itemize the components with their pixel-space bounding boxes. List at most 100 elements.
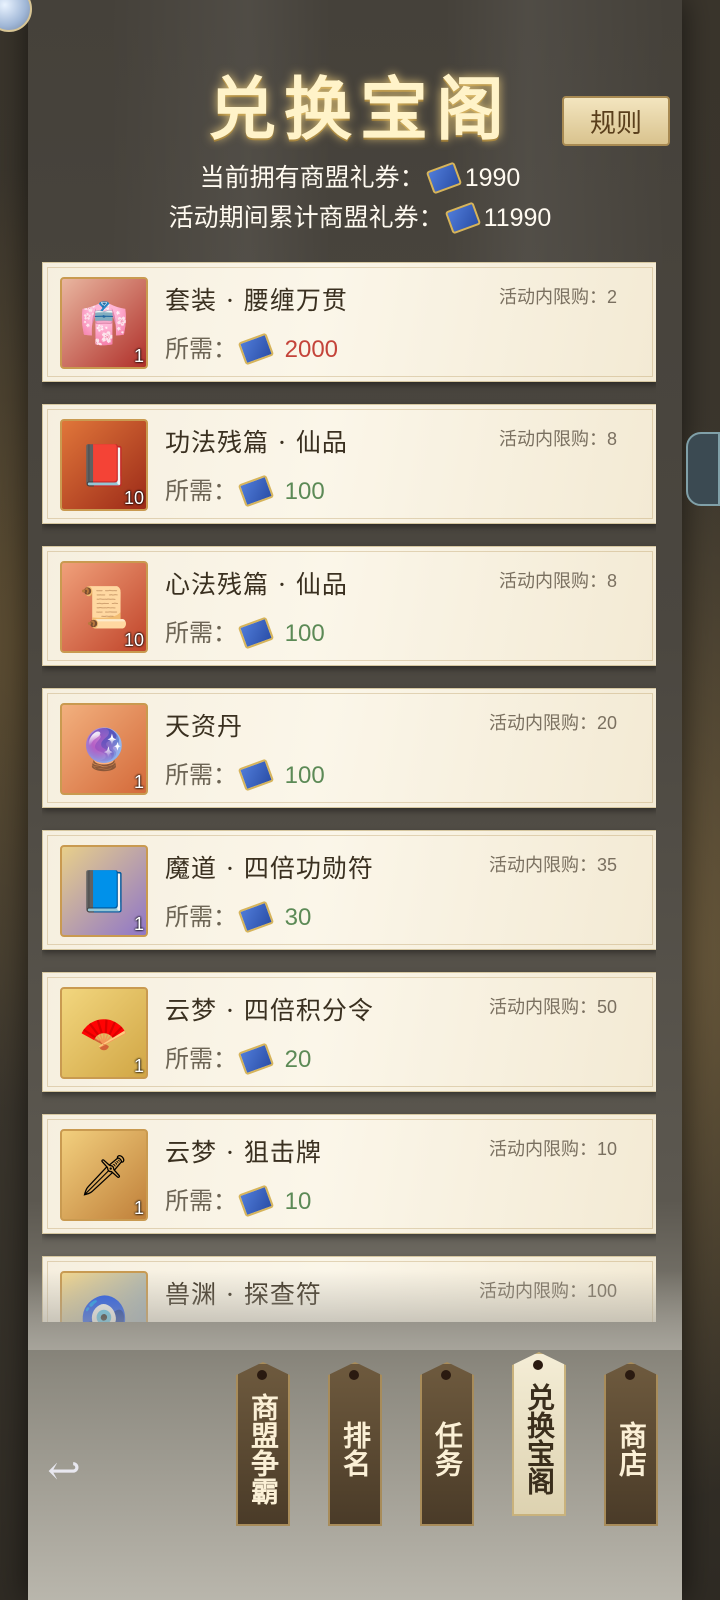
item-count: 1 [133,772,144,792]
tag-hole [441,1370,451,1380]
price-value: 2000 [284,336,339,363]
price-value: 100 [284,478,325,505]
coupon-icon [237,332,275,365]
owned-coupons-value: 1990 [464,164,521,192]
item-name: 套装 · 腰缠万贯 [165,286,348,315]
item-count: 10 [123,630,144,650]
talisman-icon[interactable]: 📘 1 [60,845,148,937]
accumulated-coupons-value: 11990 [483,204,552,232]
tag-hole [349,1370,359,1380]
item-name: 云梦 · 狙击牌 [165,1138,322,1167]
limit-label: 活动内限购： [488,855,597,876]
nav-tab-2[interactable]: 任务 [420,1362,474,1526]
item-name: 魔道 · 四倍功勋符 [165,854,374,883]
item-price: 所需： 100 [165,471,325,507]
coupon-icon [237,758,275,791]
coupon-icon [237,474,275,507]
exchange-item-card[interactable]: 📜 10 心法残篇 · 仙品 活动内限购：8 所需： 100 [42,546,656,666]
nav-tab-label: 商盟争霸 [247,1393,280,1505]
tag-hole [257,1370,267,1380]
outfit-icon[interactable]: 👘 1 [60,277,148,369]
exchange-item-card[interactable]: 🔮 1 天资丹 活动内限购：20 所需： 100 [42,688,656,808]
limit-label: 活动内限购： [498,429,607,450]
tag-hole [625,1370,635,1380]
price-label: 所需： [165,477,237,505]
item-price: 所需： 10 [165,1181,311,1217]
owned-coupons-label: 当前拥有商盟礼券： [199,163,425,192]
exchange-item-card[interactable]: 📘 1 魔道 · 四倍功勋符 活动内限购：35 所需： 30 [42,830,656,950]
item-price: 所需： 100 [165,755,325,791]
price-value: 30 [284,904,312,931]
price-value: 100 [284,762,325,789]
price-label: 所需： [165,903,237,931]
price-label: 所需： [165,1187,237,1215]
purchase-limit: 活动内限购：10 [489,1135,617,1161]
purchase-limit: 活动内限购：50 [489,993,617,1019]
item-name: 天资丹 [165,712,244,741]
fan-token-icon[interactable]: 🪭 1 [60,987,148,1079]
scroll-icon[interactable]: 📜 10 [60,561,148,653]
rules-button[interactable]: 规则 [562,96,670,146]
limit-label: 活动内限购： [488,997,597,1018]
limit-value: 8 [606,429,617,449]
side-drawer-handle[interactable] [686,432,720,506]
sword-plate-icon[interactable]: 🗡 1 [60,1129,148,1221]
accumulated-coupons-label: 活动期间累计商盟礼券： [168,203,444,232]
exchange-item-card[interactable]: 🪭 1 云梦 · 四倍积分令 活动内限购：50 所需： 20 [42,972,656,1092]
item-count: 1 [133,1056,144,1076]
item-count: 1 [133,914,144,934]
nav-tab-4[interactable]: 商店 [604,1362,658,1526]
coupon-icon [237,1184,275,1217]
coupon-icon [237,1042,275,1075]
nav-tab-label: 排名 [339,1421,372,1477]
scroll-book-icon[interactable]: 📕 10 [60,419,148,511]
nav-tab-3[interactable]: 兑换宝阁 [512,1352,566,1516]
nav-tab-1[interactable]: 排名 [328,1362,382,1526]
coupon-icon [237,616,275,649]
exchange-item-card[interactable]: 🗡 1 云梦 · 狙击牌 活动内限购：10 所需： 10 [42,1114,656,1234]
coupon-icon [237,900,275,933]
purchase-limit: 活动内限购：35 [489,851,617,877]
exchange-item-card[interactable]: 👘 1 套装 · 腰缠万贯 活动内限购：2 所需： 2000 [42,262,656,382]
exchange-item-card[interactable]: 📕 10 功法残篇 · 仙品 活动内限购：8 所需： 100 [42,404,656,524]
purchase-limit: 活动内限购：2 [499,283,617,309]
limit-value: 2 [606,287,617,307]
nav-tab-label: 兑换宝阁 [523,1383,556,1495]
limit-label: 活动内限购： [498,571,607,592]
coupon-icon [444,201,481,234]
limit-label: 活动内限购： [488,1139,597,1160]
limit-value: 10 [596,1139,617,1159]
tag-hole [533,1360,543,1370]
list-fade [28,1270,682,1350]
back-arrow-icon[interactable]: ↩ [40,1450,88,1492]
price-label: 所需： [165,761,237,789]
item-count: 1 [133,1198,144,1218]
owned-coupons: 当前拥有商盟礼券： 1990 [0,158,720,194]
price-label: 所需： [165,335,237,363]
item-price: 所需： 30 [165,897,311,933]
purchase-limit: 活动内限购：8 [499,567,617,593]
accumulated-coupons: 活动期间累计商盟礼券： 11990 [0,198,720,234]
price-label: 所需： [165,1045,237,1073]
limit-label: 活动内限购： [488,713,597,734]
coupon-icon [425,161,462,194]
limit-label: 活动内限购： [498,287,607,308]
item-count: 10 [123,488,144,508]
item-price: 所需： 2000 [165,329,338,365]
limit-value: 8 [606,571,617,591]
limit-value: 35 [596,855,617,875]
pill-icon[interactable]: 🔮 1 [60,703,148,795]
price-label: 所需： [165,619,237,647]
price-value: 20 [284,1046,312,1073]
limit-value: 50 [596,997,617,1017]
item-name: 心法残篇 · 仙品 [165,570,348,599]
purchase-limit: 活动内限购：8 [499,425,617,451]
item-price: 所需： 20 [165,1039,311,1075]
exchange-list[interactable]: 👘 1 套装 · 腰缠万贯 活动内限购：2 所需： 2000 📕 10 功法残篇… [42,262,656,1322]
item-price: 所需： 100 [165,613,325,649]
price-value: 100 [284,620,325,647]
nav-tab-0[interactable]: 商盟争霸 [236,1362,290,1526]
item-name: 云梦 · 四倍积分令 [165,996,374,1025]
item-name: 功法残篇 · 仙品 [165,428,348,457]
limit-value: 20 [596,713,617,733]
